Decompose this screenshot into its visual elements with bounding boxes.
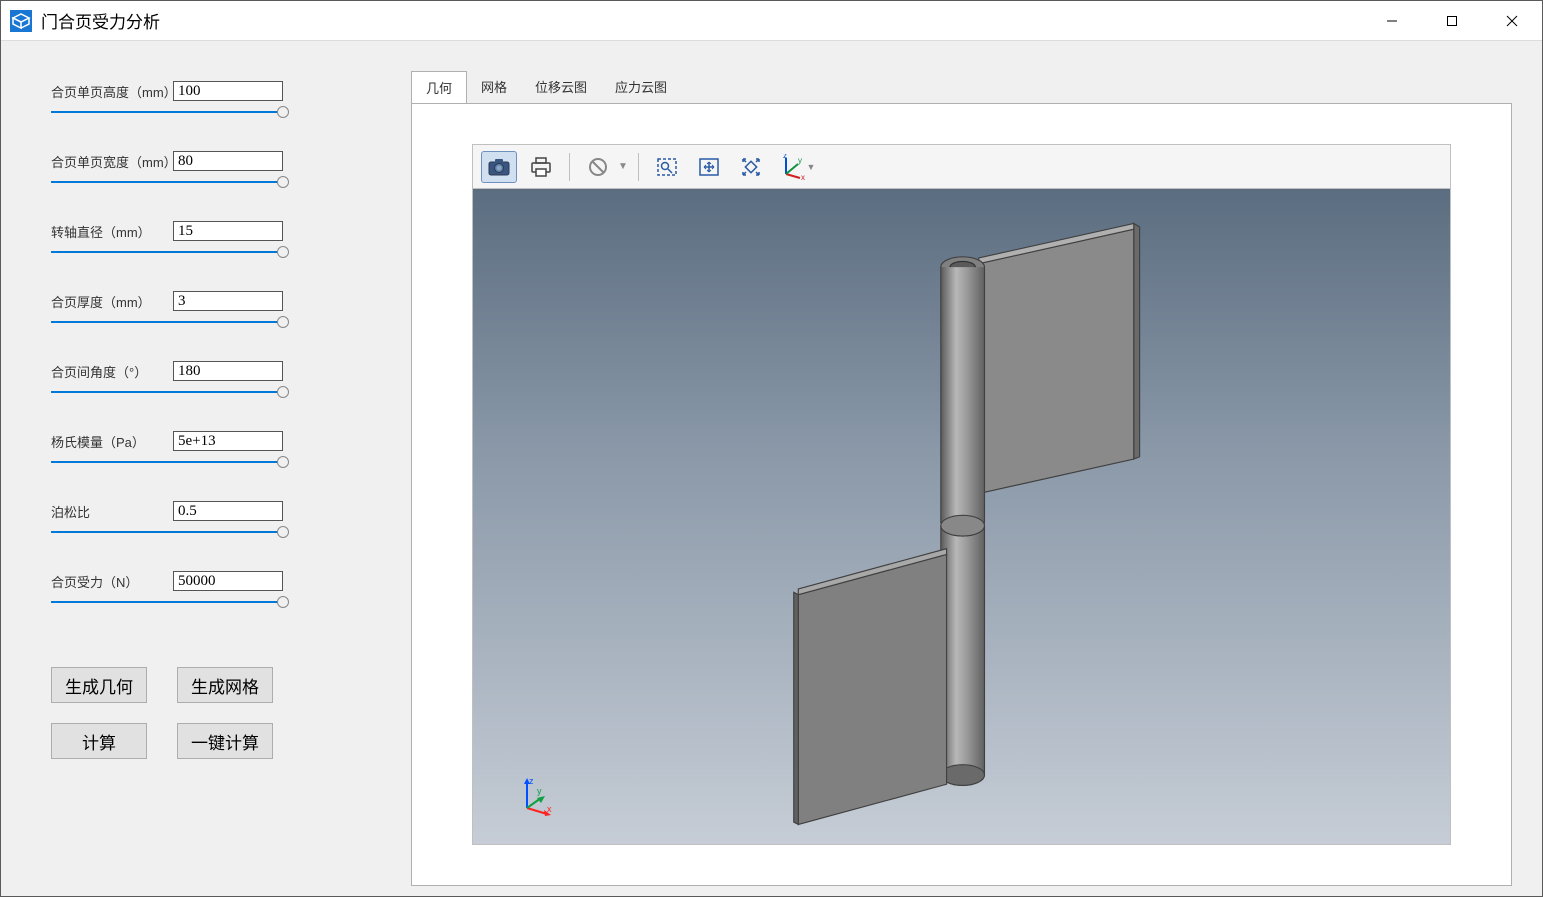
main-area: 几何 网格 位移云图 应力云图 [411, 51, 1532, 886]
zoom-extents-icon[interactable] [733, 151, 769, 183]
param-label: 合页单页宽度（mm） [51, 152, 173, 171]
view-tabs: 几何 网格 位移云图 应力云图 [411, 71, 1512, 103]
param-label: 合页单页高度（mm） [51, 82, 173, 101]
tab-mesh[interactable]: 网格 [467, 71, 521, 103]
slider-angle[interactable] [51, 387, 283, 397]
param-label: 合页受力（N） [51, 572, 173, 591]
param-leaf-width: 合页单页宽度（mm） [51, 151, 371, 187]
svg-text:z: z [529, 776, 534, 786]
param-label: 泊松比 [51, 502, 173, 521]
slider-leaf-height[interactable] [51, 107, 283, 117]
dropdown-arrow-icon[interactable]: ▼ [618, 161, 628, 172]
param-leaf-height: 合页单页高度（mm） [51, 81, 371, 117]
app-icon [9, 9, 33, 33]
param-input-thickness[interactable] [173, 291, 283, 311]
svg-text:y: y [798, 156, 802, 165]
slider-force[interactable] [51, 597, 283, 607]
one-click-calculate-button[interactable]: 一键计算 [177, 723, 273, 759]
param-label: 合页厚度（mm） [51, 292, 173, 311]
svg-text:x: x [547, 804, 552, 814]
param-angle: 合页间角度（°） [51, 361, 371, 397]
app-window: 门合页受力分析 合页单页高度（mm） [0, 0, 1543, 897]
axes-icon[interactable]: zxy ▼ [775, 151, 817, 183]
viewport: ▼ zxy [472, 144, 1451, 845]
window-title: 门合页受力分析 [41, 8, 160, 33]
param-input-leaf-height[interactable] [173, 81, 283, 101]
calculate-button[interactable]: 计算 [51, 723, 147, 759]
zoom-area-icon[interactable] [649, 151, 685, 183]
titlebar: 门合页受力分析 [1, 1, 1542, 41]
hinge-model [473, 189, 1450, 844]
content-area: 合页单页高度（mm） 合页单页宽度（mm） [1, 41, 1542, 896]
generate-mesh-button[interactable]: 生成网格 [177, 667, 273, 703]
fit-view-icon[interactable] [691, 151, 727, 183]
parameter-sidebar: 合页单页高度（mm） 合页单页宽度（mm） [11, 51, 411, 886]
param-poisson-ratio: 泊松比 [51, 501, 371, 537]
axis-gizmo: z x y [515, 776, 555, 816]
slider-poisson-ratio[interactable] [51, 527, 283, 537]
param-axis-diameter: 转轴直径（mm） [51, 221, 371, 257]
param-input-force[interactable] [173, 571, 283, 591]
svg-text:x: x [801, 173, 805, 180]
generate-geometry-button[interactable]: 生成几何 [51, 667, 147, 703]
param-thickness: 合页厚度（mm） [51, 291, 371, 327]
print-icon[interactable] [523, 151, 559, 183]
viewport-toolbar: ▼ z x y [473, 145, 1450, 189]
tab-displacement[interactable]: 位移云图 [521, 71, 601, 103]
param-youngs-modulus: 杨氏模量（Pa） [51, 431, 371, 467]
param-input-youngs-modulus[interactable] [173, 431, 283, 451]
camera-icon[interactable] [481, 151, 517, 183]
window-controls [1362, 1, 1542, 41]
param-input-angle[interactable] [173, 361, 283, 381]
tab-geometry[interactable]: 几何 [411, 71, 467, 103]
svg-text:z: z [783, 154, 787, 160]
param-label: 杨氏模量（Pa） [51, 432, 173, 451]
maximize-button[interactable] [1422, 1, 1482, 41]
close-button[interactable] [1482, 1, 1542, 41]
minimize-button[interactable] [1362, 1, 1422, 41]
param-force: 合页受力（N） [51, 571, 371, 607]
no-symbol-icon[interactable] [580, 151, 616, 183]
param-label: 合页间角度（°） [51, 362, 173, 381]
param-input-leaf-width[interactable] [173, 151, 283, 171]
tab-stress[interactable]: 应力云图 [601, 71, 681, 103]
svg-text:y: y [537, 786, 542, 796]
param-input-axis-diameter[interactable] [173, 221, 283, 241]
viewport-container: ▼ zxy [411, 103, 1512, 886]
slider-axis-diameter[interactable] [51, 247, 283, 257]
param-label: 转轴直径（mm） [51, 222, 173, 241]
slider-thickness[interactable] [51, 317, 283, 327]
slider-youngs-modulus[interactable] [51, 457, 283, 467]
viewport-canvas[interactable]: z x y [473, 189, 1450, 844]
slider-leaf-width[interactable] [51, 177, 283, 187]
param-input-poisson-ratio[interactable] [173, 501, 283, 521]
